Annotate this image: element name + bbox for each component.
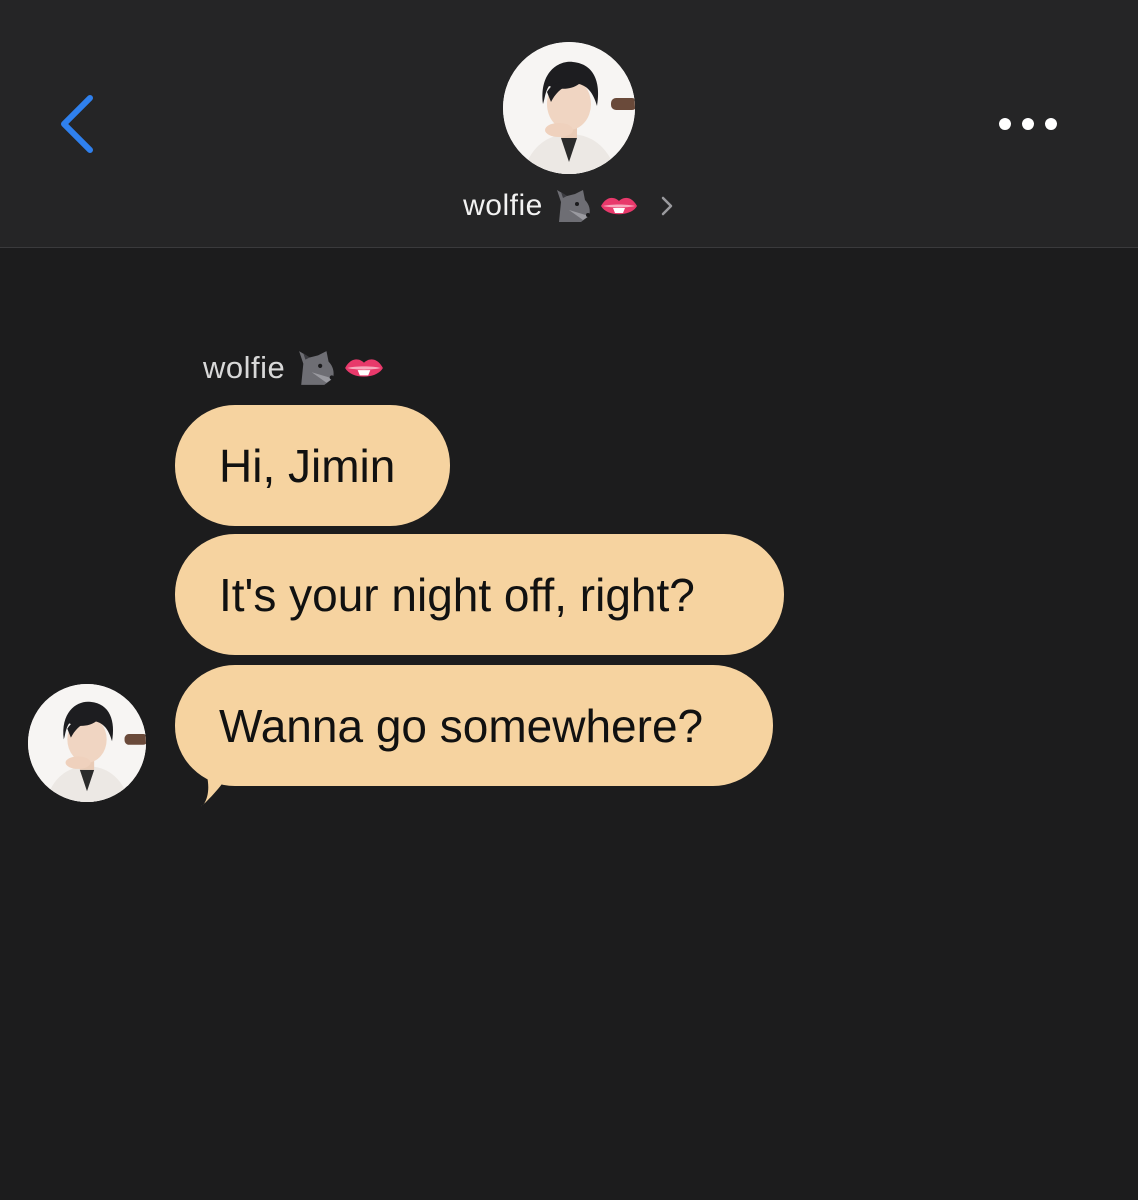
sender-label: wolfie (203, 344, 385, 392)
message-bubble[interactable]: It's your night off, right? (175, 534, 784, 655)
lips-emoji-icon (345, 359, 384, 377)
chevron-left-icon (61, 95, 93, 153)
message-bubble[interactable]: Wanna go somewhere? (175, 665, 773, 786)
message-text: It's your night off, right? (219, 568, 695, 621)
chat-header: wolfie (0, 0, 1138, 248)
contact-emojis (555, 188, 639, 224)
message-bubble[interactable]: Hi, Jimin (175, 405, 450, 526)
message-text: Hi, Jimin (219, 439, 396, 492)
contact-name-button[interactable]: wolfie (0, 182, 1138, 230)
sender-avatar[interactable] (28, 684, 146, 802)
more-options-button[interactable] (990, 108, 1066, 140)
wolf-emoji-icon (556, 190, 590, 222)
lips-emoji-icon (600, 197, 637, 215)
back-button[interactable] (50, 88, 106, 160)
contact-avatar[interactable] (503, 42, 635, 174)
wolf-emoji-icon (299, 351, 335, 385)
message-text: Wanna go somewhere? (219, 699, 704, 752)
sender-emojis (297, 349, 385, 387)
chevron-right-icon (661, 196, 673, 216)
sender-name: wolfie (203, 350, 286, 385)
contact-name: wolfie (463, 189, 543, 222)
ellipsis-icon (999, 118, 1057, 130)
